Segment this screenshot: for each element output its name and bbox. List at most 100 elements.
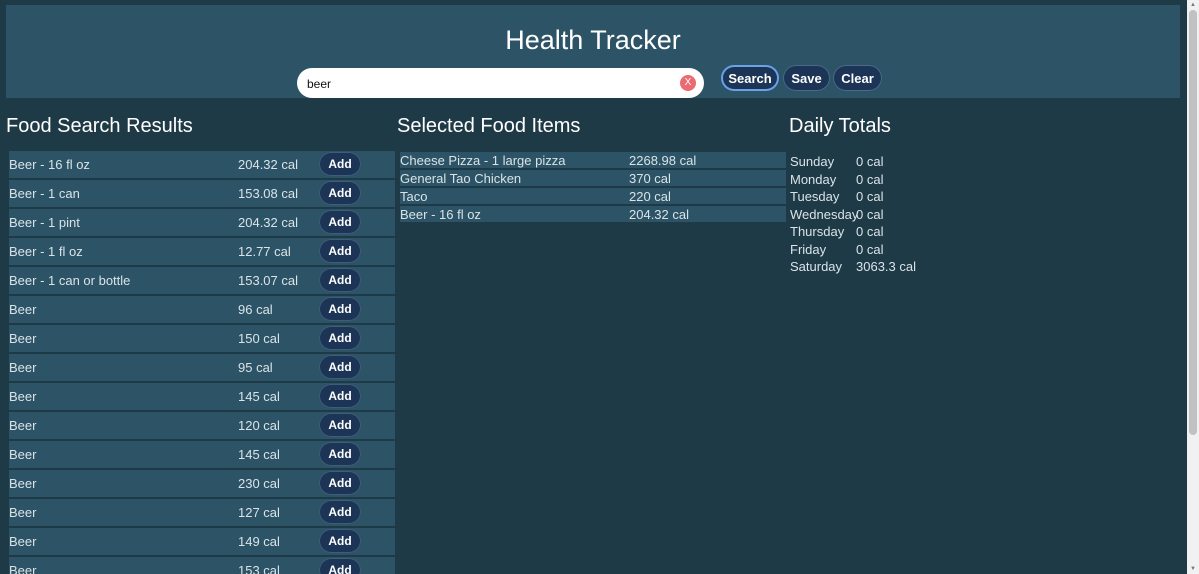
selected-item-name: Cheese Pizza - 1 large pizza (400, 153, 566, 168)
result-calories: 149 cal (238, 534, 280, 549)
result-name: Beer - 16 fl oz (9, 157, 90, 172)
result-name: Beer (9, 331, 37, 346)
add-button[interactable]: Add (319, 558, 361, 574)
selected-item-name: Taco (400, 189, 428, 204)
add-button[interactable]: Add (319, 297, 361, 321)
add-button[interactable]: Add (319, 326, 361, 350)
result-name: Beer (9, 360, 37, 375)
results-title: Food Search Results (6, 115, 193, 137)
result-row: Beer 149 cal Add (9, 528, 395, 555)
add-button[interactable]: Add (319, 268, 361, 292)
search-input[interactable] (305, 74, 669, 94)
search-box: X (297, 68, 704, 98)
app-title: Health Tracker (505, 25, 681, 55)
result-calories: 145 cal (238, 447, 280, 462)
result-name: Beer (9, 505, 37, 520)
selected-item-calories: 220 cal (629, 189, 671, 204)
daily-total-row: Saturday 3063.3 cal (790, 258, 950, 276)
result-calories: 96 cal (238, 302, 273, 317)
selected-title: Selected Food Items (397, 115, 581, 137)
daily-total-row: Thursday 0 cal (790, 223, 950, 241)
result-row: Beer 96 cal Add (9, 296, 395, 323)
selected-item-calories: 204.32 cal (629, 207, 689, 222)
header: Health Tracker X (6, 5, 1180, 98)
add-button[interactable]: Add (319, 471, 361, 495)
day-label: Wednesday (790, 206, 859, 222)
result-calories: 127 cal (238, 505, 280, 520)
clear-button[interactable]: Clear (833, 65, 882, 91)
selected-item-row[interactable]: General Tao Chicken 370 cal (400, 170, 786, 186)
day-label: Sunday (790, 154, 835, 169)
result-name: Beer - 1 fl oz (9, 244, 83, 259)
save-button[interactable]: Save (783, 65, 830, 91)
result-name: Beer - 1 can (9, 186, 80, 201)
result-calories: 145 cal (238, 389, 280, 404)
add-button[interactable]: Add (319, 355, 361, 379)
result-name: Beer (9, 302, 37, 317)
clear-search-icon[interactable]: X (680, 75, 696, 91)
daily-total-row: Tuesday 0 cal (790, 188, 950, 206)
add-button[interactable]: Add (319, 181, 361, 205)
search-results-list: Beer - 16 fl oz 204.32 cal Add Beer - 1 can… (9, 151, 395, 574)
result-calories: 153 cal (238, 563, 280, 574)
add-button[interactable]: Add (319, 442, 361, 466)
selected-item-name: General Tao Chicken (400, 171, 522, 186)
day-calories: 0 cal (856, 206, 884, 222)
result-name: Beer (9, 389, 37, 404)
result-name: Beer (9, 476, 37, 491)
result-row: Beer - 1 pint 204.32 cal Add (9, 209, 395, 236)
result-calories: 204.32 cal (238, 215, 298, 230)
scroll-down-arrow-icon[interactable]: ▼ (1187, 564, 1199, 574)
day-calories: 0 cal (856, 189, 884, 204)
selected-item-row[interactable]: Beer - 16 fl oz 204.32 cal (400, 206, 786, 222)
scroll-up-arrow-icon[interactable]: ▲ (1187, 0, 1199, 10)
result-name: Beer (9, 418, 37, 433)
add-button[interactable]: Add (319, 152, 361, 176)
daily-total-row: Monday 0 cal (790, 171, 950, 189)
add-button[interactable]: Add (319, 413, 361, 437)
day-calories: 0 cal (856, 224, 884, 239)
day-label: Monday (790, 171, 837, 187)
day-label: Friday (790, 241, 827, 257)
result-name: Beer (9, 563, 37, 574)
result-row: Beer 150 cal Add (9, 325, 395, 352)
result-row: Beer - 16 fl oz 204.32 cal Add (9, 151, 395, 178)
result-calories: 95 cal (238, 360, 273, 375)
selected-item-row[interactable]: Taco 220 cal (400, 188, 786, 204)
day-calories: 0 cal (856, 241, 884, 257)
selected-item-calories: 370 cal (629, 171, 671, 186)
add-button[interactable]: Add (319, 500, 361, 524)
selected-item-row[interactable]: Cheese Pizza - 1 large pizza 2268.98 cal (400, 152, 786, 168)
add-button[interactable]: Add (319, 210, 361, 234)
result-row: Beer 95 cal Add (9, 354, 395, 381)
scrollbar-thumb[interactable] (1189, 10, 1197, 435)
day-calories: 3063.3 cal (856, 259, 916, 274)
result-row: Beer - 1 fl oz 12.77 cal Add (9, 238, 395, 265)
totals-title: Daily Totals (789, 115, 891, 137)
selected-items-list: Cheese Pizza - 1 large pizza 2268.98 cal G… (400, 152, 786, 224)
result-name: Beer (9, 447, 37, 462)
result-calories: 230 cal (238, 476, 280, 491)
daily-total-row: Sunday 0 cal (790, 153, 950, 171)
selected-item-name: Beer - 16 fl oz (400, 207, 481, 222)
result-row: Beer 230 cal Add (9, 470, 395, 497)
result-row: Beer 145 cal Add (9, 441, 395, 468)
page-scrollbar[interactable]: ▲ ▼ (1187, 0, 1199, 574)
day-label: Thursday (790, 224, 845, 239)
day-label: Saturday (790, 259, 843, 274)
add-button[interactable]: Add (319, 529, 361, 553)
search-button[interactable]: Search (721, 65, 779, 91)
daily-total-row: Wednesday 0 cal (790, 206, 950, 224)
day-label: Tuesday (790, 189, 840, 204)
daily-total-row: Friday 0 cal (790, 241, 950, 259)
result-calories: 204.32 cal (238, 157, 298, 172)
daily-totals-list: Sunday 0 cal Monday 0 cal Tuesday 0 cal Wednes… (790, 153, 950, 276)
add-button[interactable]: Add (319, 239, 361, 263)
result-name: Beer - 1 pint (9, 215, 80, 230)
page: Health Tracker X Search Save Clear Food … (0, 0, 1187, 574)
result-row: Beer 145 cal Add (9, 383, 395, 410)
result-name: Beer (9, 534, 37, 549)
result-row: Beer 153 cal Add (9, 557, 395, 574)
add-button[interactable]: Add (319, 384, 361, 408)
result-row: Beer 127 cal Add (9, 499, 395, 526)
